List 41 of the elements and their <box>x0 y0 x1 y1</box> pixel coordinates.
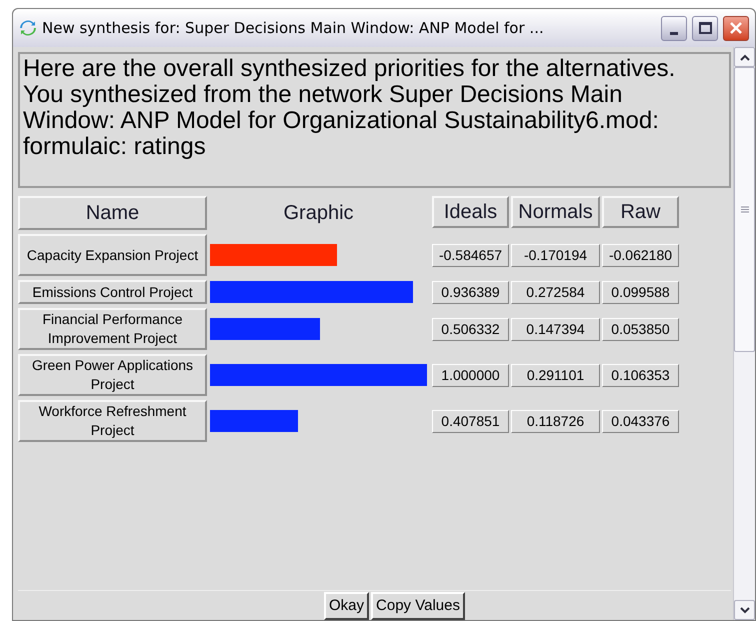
column-header: Name <box>18 196 207 230</box>
value-cell: 0.407851 <box>432 410 509 432</box>
row-name-cell: Emissions Control Project <box>18 280 207 304</box>
window-title: New synthesis for: Super Decisions Main Window: ANP Model for ... <box>42 18 545 39</box>
dialog-button[interactable]: Copy Values <box>371 592 465 620</box>
chevron-up-icon <box>740 54 750 60</box>
row-name-cell: Financial Performance Improvement Project <box>18 308 207 350</box>
maximize-button[interactable] <box>692 16 718 40</box>
value-cell: 1.000000 <box>432 364 509 386</box>
value-cell: 0.147394 <box>511 318 600 340</box>
row-name-cell: Workforce Refreshment Project <box>18 400 207 442</box>
value-cell: 0.272584 <box>511 280 600 304</box>
minimize-button[interactable] <box>661 16 687 40</box>
value-cell: -0.584657 <box>432 244 509 266</box>
close-icon <box>729 21 743 35</box>
column-header: Raw <box>602 196 679 228</box>
scroll-down-button[interactable] <box>734 600 755 620</box>
value-cell: 0.043376 <box>602 410 679 432</box>
value-cell: -0.170194 <box>511 244 600 266</box>
scroll-thumb[interactable] <box>734 67 755 352</box>
column-header: Graphic <box>282 201 355 226</box>
row-name-cell: Capacity Expansion Project <box>18 234 207 276</box>
value-cell: 0.099588 <box>602 280 679 304</box>
close-button[interactable] <box>723 16 749 40</box>
row-name-cell: Green Power Applications Project <box>18 354 207 396</box>
scrollbar[interactable] <box>733 47 755 620</box>
value-cell: 0.506332 <box>432 318 509 340</box>
chevron-down-icon <box>740 606 750 614</box>
column-header: Normals <box>511 196 600 228</box>
refresh-icon <box>19 19 37 37</box>
dialog-button[interactable]: Okay <box>324 592 370 620</box>
scroll-up-button[interactable] <box>734 47 755 67</box>
value-cell: 0.291101 <box>511 364 600 386</box>
value-cell: 0.106353 <box>602 364 679 386</box>
message-text: Here are the overall synthesized priorities for the alternatives. You synthesized from the network Super Decisions Main Window: ANP Model for Organizational Sustainability6.mod: formulaic: ratings <box>18 52 731 188</box>
grip-icon <box>740 206 748 213</box>
column-header: Ideals <box>432 196 509 228</box>
value-cell: 0.936389 <box>432 280 509 304</box>
value-cell: 0.053850 <box>602 318 679 340</box>
value-cell: 0.118726 <box>511 410 600 432</box>
value-cell: -0.062180 <box>602 244 679 266</box>
